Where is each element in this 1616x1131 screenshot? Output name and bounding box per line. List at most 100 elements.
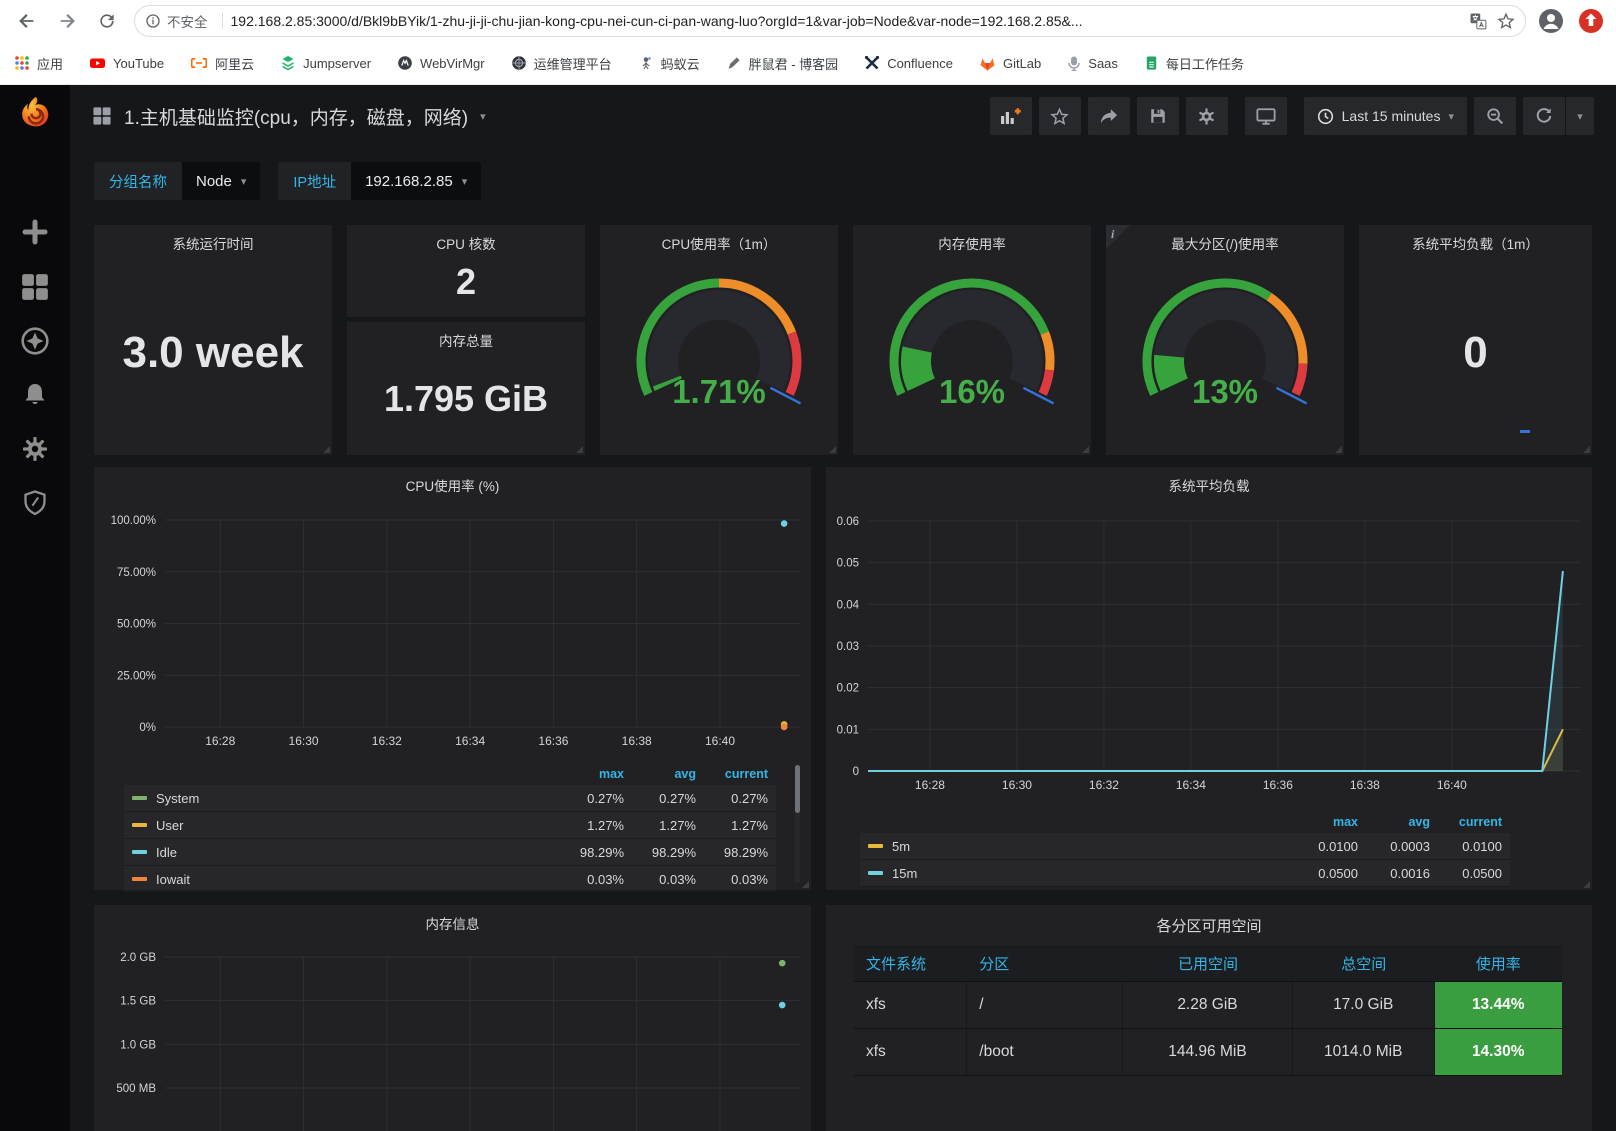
legend-column-current[interactable]: current (696, 767, 768, 781)
legend-column-avg[interactable]: avg (1358, 815, 1430, 829)
legend-series-toggle[interactable]: System (132, 791, 552, 806)
series-color-swatch (132, 850, 147, 854)
bookmark-item[interactable]: Jumpserver (280, 55, 371, 71)
table-column-header[interactable]: 文件系统 (854, 945, 967, 981)
share-button[interactable] (1088, 97, 1130, 135)
bookmark-label: YouTube (113, 56, 164, 71)
legend-series-toggle[interactable]: 5m (868, 839, 1286, 854)
grafana-logo[interactable] (16, 95, 54, 133)
admin-shield-icon[interactable] (16, 484, 54, 522)
zoom-out-button[interactable] (1474, 97, 1516, 135)
memory-info-chart[interactable]: 2.0 GB1.5 GB1.0 GB500 MB (94, 905, 811, 1131)
time-range-button[interactable]: Last 15 minutes ▾ (1304, 97, 1467, 135)
panel-title[interactable]: CPU 核数 (347, 233, 585, 253)
table-column-header[interactable]: 使用率 (1435, 945, 1562, 981)
explore-compass-icon[interactable] (16, 322, 54, 360)
svg-text:100.00%: 100.00% (111, 515, 156, 527)
address-bar[interactable]: 不安全 192.168.2.85:3000/d/Bkl9bBYik/1-zhu-… (134, 5, 1526, 37)
clock-icon (1317, 108, 1334, 125)
browser-update-icon[interactable] (1576, 6, 1606, 36)
refresh-button[interactable] (1523, 97, 1565, 135)
bookmark-item[interactable]: 应用 (14, 54, 63, 73)
svg-text:1.71%: 1.71% (672, 373, 766, 410)
panel-title[interactable]: 内存使用率 (853, 233, 1091, 253)
bookmark-item[interactable]: 运维管理平台 (511, 54, 612, 73)
time-range-label: Last 15 minutes (1342, 108, 1441, 124)
panel-title[interactable]: 最大分区(/)使用率 (1106, 233, 1344, 253)
table-column-header[interactable]: 总空间 (1293, 945, 1435, 981)
page-info-icon[interactable] (145, 13, 161, 29)
variable-value-dropdown[interactable]: 192.168.2.85▾ (351, 162, 481, 200)
dashboards-icon[interactable] (16, 268, 54, 306)
series-max: 98.29% (552, 845, 624, 860)
panel-resize-handle[interactable] (1583, 446, 1590, 453)
legend-column-max[interactable]: max (552, 767, 624, 781)
stat-value: 0 (1359, 328, 1592, 378)
panel-title[interactable]: 系统运行时间 (94, 233, 332, 253)
profile-avatar[interactable] (1536, 6, 1566, 36)
legend-series-toggle[interactable]: Idle (132, 845, 552, 860)
tv-cycle-button[interactable] (1245, 97, 1287, 135)
legend-column-current[interactable]: current (1430, 815, 1502, 829)
panel-title[interactable]: 系统平均负载（1m） (1359, 233, 1592, 253)
panel-partition-gauge: i 最大分区(/)使用率 13% (1106, 225, 1344, 455)
legend-series-toggle[interactable]: User (132, 818, 552, 833)
omnibox-divider (222, 13, 223, 29)
bookmark-item[interactable]: GitLab (979, 55, 1041, 71)
panel-resize-handle[interactable] (1335, 446, 1342, 453)
table-cell: xfs (854, 1029, 967, 1075)
grafana-sidebar (0, 85, 70, 1131)
series-avg: 1.27% (624, 818, 696, 833)
panel-resize-handle[interactable] (802, 881, 809, 888)
configuration-gear-icon[interactable] (16, 430, 54, 468)
svg-text:16:32: 16:32 (372, 734, 402, 748)
series-color-swatch (132, 877, 147, 881)
bookmark-item[interactable]: 阿里云 (190, 54, 254, 73)
forward-icon[interactable] (54, 8, 80, 34)
legend-series-toggle[interactable]: 15m (868, 866, 1286, 881)
refresh-interval-caret[interactable]: ▾ (1566, 97, 1594, 135)
table-column-header[interactable]: 已用空间 (1123, 945, 1293, 981)
variable-value-dropdown[interactable]: Node▾ (182, 162, 260, 200)
bookmark-item[interactable]: 蚂蚁云 (638, 54, 700, 73)
add-panel-button[interactable] (990, 97, 1032, 135)
bookmark-item[interactable]: WebVirMgr (397, 55, 485, 71)
settings-gear-button[interactable] (1186, 97, 1228, 135)
star-button[interactable] (1039, 97, 1081, 135)
legend-scrollbar[interactable] (795, 765, 800, 883)
panel-title[interactable]: 内存总量 (347, 330, 585, 350)
back-icon[interactable] (14, 8, 40, 34)
bookmark-item[interactable]: Confluence (864, 55, 953, 71)
series-current: 0.0500 (1430, 866, 1502, 881)
dashboard-navbar: 1.主机基础监控(cpu，内存，磁盘，网络) ▾ (70, 85, 1616, 147)
url-text[interactable]: 192.168.2.85:3000/d/Bkl9bBYik/1-zhu-ji-j… (231, 13, 1462, 29)
save-button[interactable] (1137, 97, 1179, 135)
bookmark-item[interactable]: 每日工作任务 (1144, 54, 1244, 73)
dashboard-title[interactable]: 1.主机基础监控(cpu，内存，磁盘，网络) (124, 103, 468, 130)
legend-column-max[interactable]: max (1286, 815, 1358, 829)
svg-text:0.04: 0.04 (837, 599, 860, 611)
panel-resize-handle[interactable] (576, 446, 583, 453)
panel-resize-handle[interactable] (829, 446, 836, 453)
reload-icon[interactable] (94, 8, 120, 34)
alerting-bell-icon[interactable] (16, 376, 54, 414)
translate-icon[interactable] (1469, 12, 1487, 30)
panel-resize-handle[interactable] (323, 446, 330, 453)
legend-series-toggle[interactable]: Iowait (132, 872, 552, 887)
bookmark-item[interactable]: Saas (1067, 55, 1118, 71)
plus-icon[interactable] (16, 213, 54, 251)
panel-title[interactable]: 各分区可用空间 (826, 915, 1592, 936)
table-column-header[interactable]: 分区 (967, 945, 1123, 981)
bookmark-star-icon[interactable] (1497, 12, 1515, 30)
legend-column-avg[interactable]: avg (624, 767, 696, 781)
panel-resize-handle[interactable] (1583, 881, 1590, 888)
panel-load-chart: 系统平均负载 00.010.020.030.040.050.0616:2816:… (826, 467, 1592, 890)
dashboard-title-caret-icon[interactable]: ▾ (480, 110, 486, 123)
grafana-main: 1.主机基础监控(cpu，内存，磁盘，网络) ▾ (70, 85, 1616, 1131)
bookmark-item[interactable]: YouTube (89, 55, 164, 71)
svg-text:500 MB: 500 MB (116, 1083, 156, 1095)
panel-resize-handle[interactable] (1082, 446, 1089, 453)
panel-title[interactable]: CPU使用率（1m） (600, 233, 838, 253)
legend-header: maxavgcurrent (860, 811, 1510, 833)
bookmark-item[interactable]: 胖鼠君 - 博客园 (726, 54, 839, 73)
